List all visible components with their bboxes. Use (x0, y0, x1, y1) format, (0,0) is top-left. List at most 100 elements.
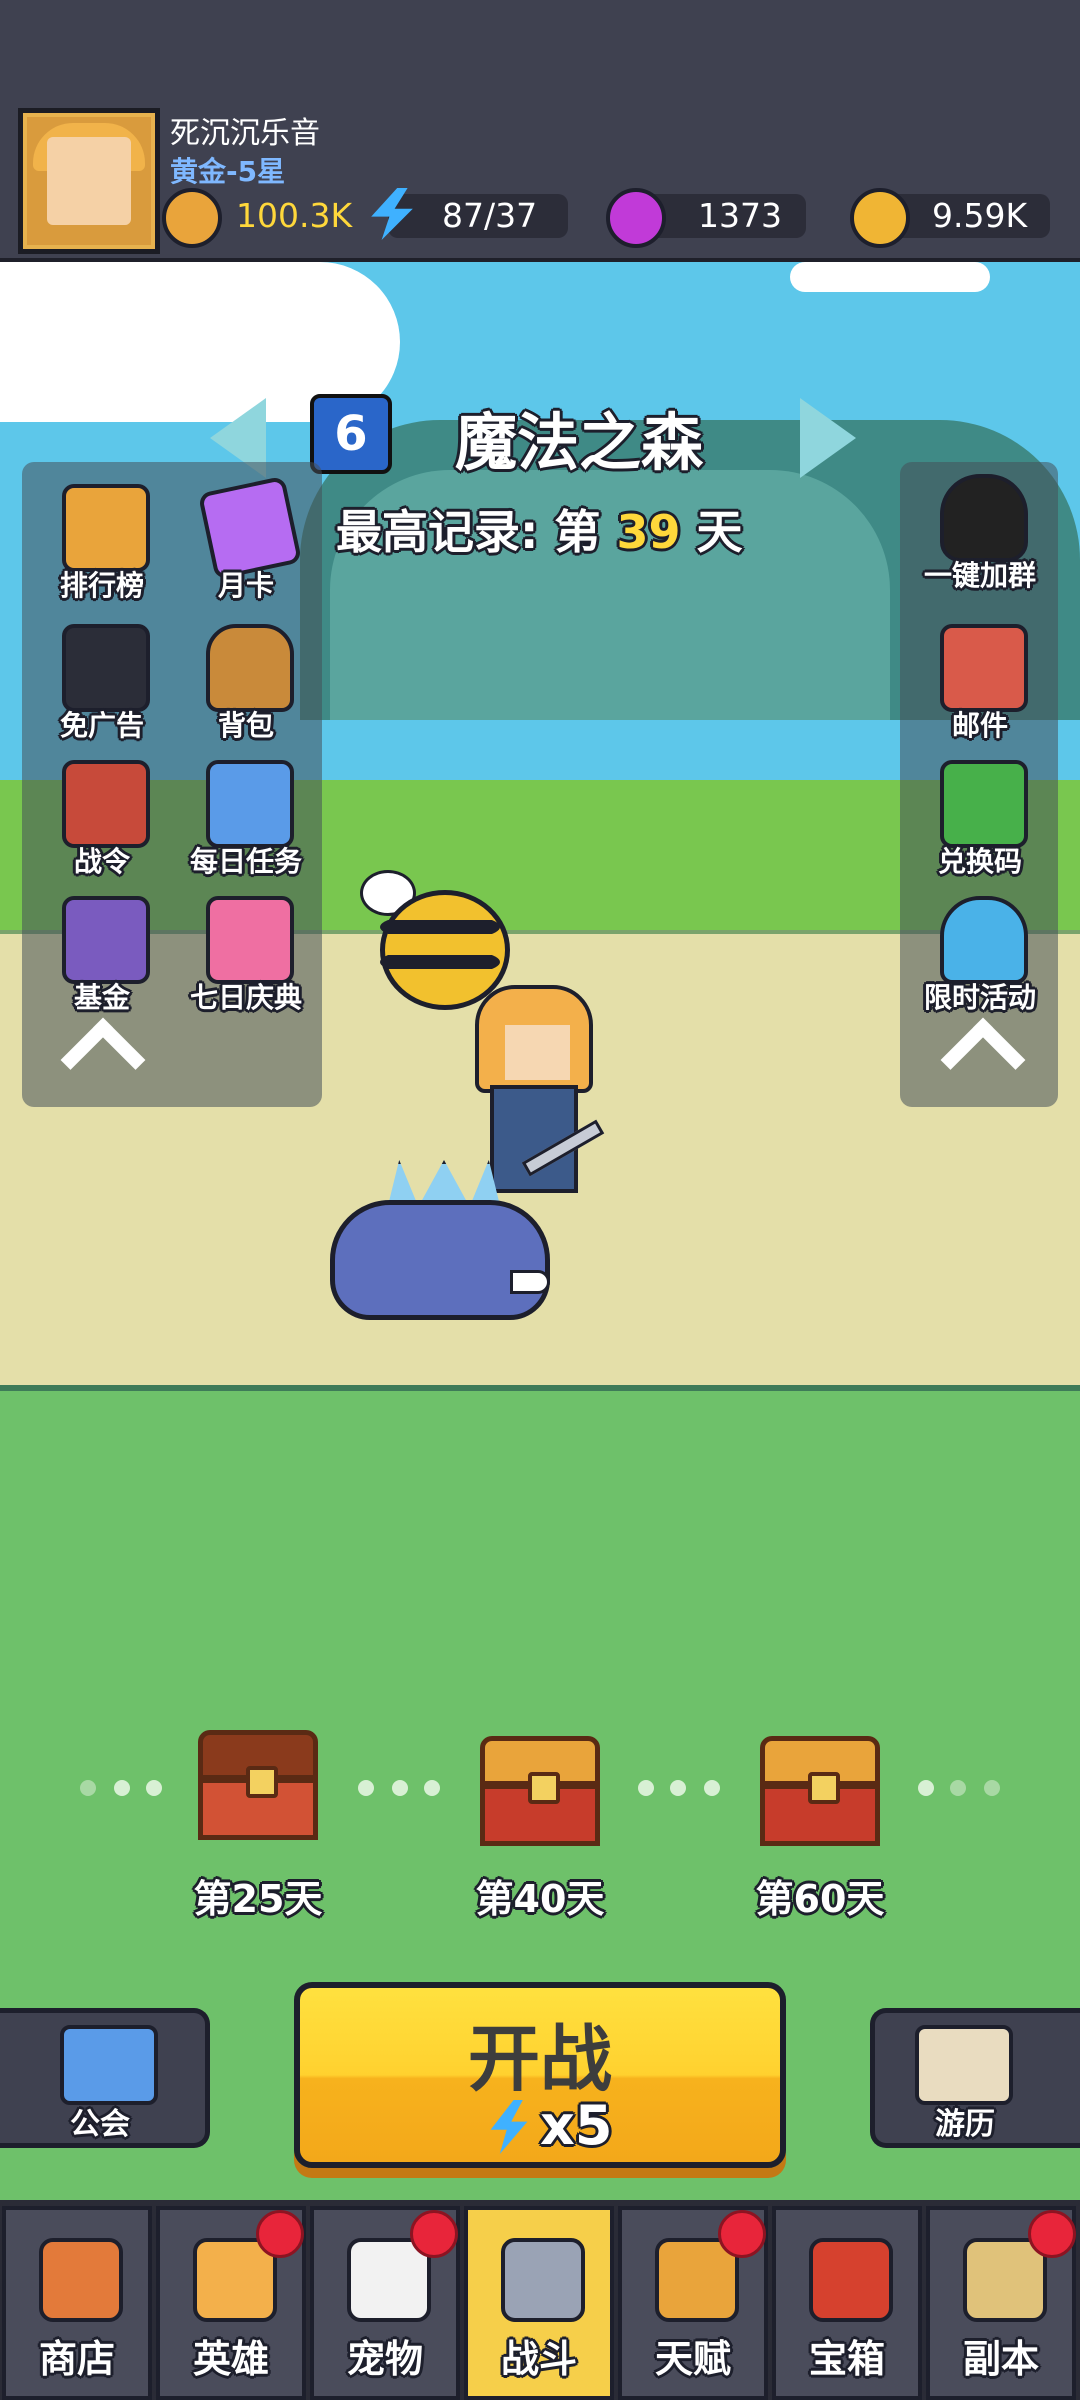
gift-box-icon (206, 896, 294, 984)
nav-label: 英雄 (192, 2337, 269, 2381)
menu-label: 邮件 (951, 709, 1008, 742)
battle-pass-icon (62, 760, 150, 848)
collapse-left-menu-button[interactable] (58, 1017, 148, 1103)
menu-battle-pass[interactable]: 战令 (32, 756, 172, 886)
progress-dot (704, 1780, 720, 1796)
chest-label-day25: 第25天 (193, 1877, 323, 1921)
player-avatar[interactable] (18, 108, 160, 254)
menu-limited-event[interactable]: 限时活动 (910, 892, 1050, 1022)
no-ads-icon (62, 624, 150, 712)
reward-chest-day25[interactable] (198, 1730, 318, 1840)
gems-value: 1373 (698, 196, 782, 235)
trophy-banner-icon (62, 484, 150, 572)
journey-label: 游历 (935, 2107, 995, 2142)
bee-stripe (380, 920, 500, 934)
gem-icon (606, 188, 666, 248)
best-record: 最高记录: 第 39 天 (336, 496, 742, 562)
mail-icon (940, 624, 1028, 712)
nav-label: 战斗 (500, 2337, 577, 2381)
menu-label: 基金 (73, 981, 130, 1014)
menu-label: 每日任务 (189, 845, 302, 878)
boar-pet (330, 1200, 550, 1320)
reward-chest-day40[interactable] (480, 1736, 600, 1846)
reward-chest-day60[interactable] (760, 1736, 880, 1846)
boar-tusk (510, 1270, 550, 1294)
menu-no-ads[interactable]: 免广告 (32, 620, 172, 750)
record-suffix: 天 (696, 505, 743, 559)
progress-dot (984, 1780, 1000, 1796)
menu-daily-task[interactable]: 每日任务 (176, 756, 316, 886)
notification-badge (410, 2210, 458, 2258)
chest-lock (528, 1772, 560, 1804)
gold-value: 9.59K (932, 196, 1028, 235)
daily-task-icon (206, 760, 294, 848)
nav-label: 副本 (962, 2337, 1039, 2381)
battle-energy-cost: x5 (540, 2094, 613, 2157)
nav-label: 宝箱 (808, 2337, 885, 2381)
collapse-right-menu-button[interactable] (938, 1017, 1028, 1103)
chest-label-day40: 第40天 (475, 1877, 605, 1921)
menu-join-group[interactable]: 一键加群 (910, 470, 1050, 600)
notification-badge (256, 2210, 304, 2258)
nav-tab-battle[interactable]: 战斗 (464, 2206, 614, 2400)
guild-label: 公会 (70, 2107, 130, 2142)
gold-coin-icon (850, 188, 910, 248)
chest-lock (246, 1766, 278, 1798)
guild-button[interactable]: 公会 (0, 2008, 210, 2148)
redeem-code-icon (940, 760, 1028, 848)
player-name: 死沉沉乐音 (170, 116, 320, 151)
menu-fund[interactable]: 基金 (32, 892, 172, 1022)
nav-tab-chest[interactable]: 宝箱 (772, 2206, 922, 2400)
crossed-swords-icon (501, 2238, 585, 2322)
progress-dot (950, 1780, 966, 1796)
progress-dot (358, 1780, 374, 1796)
cloud-small (790, 262, 990, 292)
hero-face (505, 1025, 570, 1080)
menu-label: 背包 (217, 709, 274, 742)
menu-leaderboard[interactable]: 排行榜 (32, 480, 172, 610)
menu-label: 免广告 (59, 709, 144, 742)
energy-bolt-icon (490, 2100, 528, 2154)
journey-button[interactable]: 游历 (870, 2008, 1080, 2148)
menu-backpack[interactable]: 背包 (176, 620, 316, 750)
battle-label: 开战 (467, 2017, 612, 2101)
backpack-icon (206, 624, 294, 712)
nav-label: 商店 (38, 2337, 115, 2381)
stage-number-badge: 6 (310, 394, 392, 474)
menu-month-card[interactable]: 月卡 (176, 475, 316, 610)
notification-badge (1028, 2210, 1076, 2258)
power-value: 100.3K (236, 196, 353, 235)
stage-name: 魔法之森 (455, 406, 704, 479)
chest-lock (808, 1772, 840, 1804)
start-battle-button[interactable]: 开战 x5 (294, 1982, 786, 2168)
nav-label: 宠物 (346, 2337, 423, 2381)
progress-dot (392, 1780, 408, 1796)
menu-label: 限时活动 (923, 981, 1036, 1014)
menu-mail[interactable]: 邮件 (910, 620, 1050, 750)
progress-dot (670, 1780, 686, 1796)
next-stage-arrow-icon[interactable] (800, 398, 856, 478)
menu-seven-day[interactable]: 七日庆典 (176, 892, 316, 1022)
record-day: 39 (616, 505, 681, 559)
chest-icon (809, 2238, 893, 2322)
progress-dot (918, 1780, 934, 1796)
menu-label: 兑换码 (937, 845, 1022, 878)
nav-tab-shop[interactable]: 商店 (2, 2206, 152, 2400)
menu-label: 月卡 (217, 569, 274, 602)
notification-badge (718, 2210, 766, 2258)
progress-dot (114, 1780, 130, 1796)
avatar-face (47, 137, 131, 225)
chevron-up-icon (60, 1017, 146, 1103)
gacha-machine-icon (940, 896, 1028, 984)
energy-value: 87/37 (442, 196, 538, 235)
menu-redeem-code[interactable]: 兑换码 (910, 756, 1050, 886)
player-rank: 黄金-5星 (170, 155, 286, 188)
power-icon (162, 188, 222, 248)
menu-label: 一键加群 (923, 559, 1036, 592)
progress-dot (638, 1780, 654, 1796)
menu-label: 战令 (73, 845, 130, 878)
record-prefix: 最高记录: 第 (336, 505, 601, 559)
fund-safe-icon (62, 896, 150, 984)
nav-label: 天赋 (654, 2337, 731, 2381)
guild-hall-icon (60, 2025, 158, 2105)
